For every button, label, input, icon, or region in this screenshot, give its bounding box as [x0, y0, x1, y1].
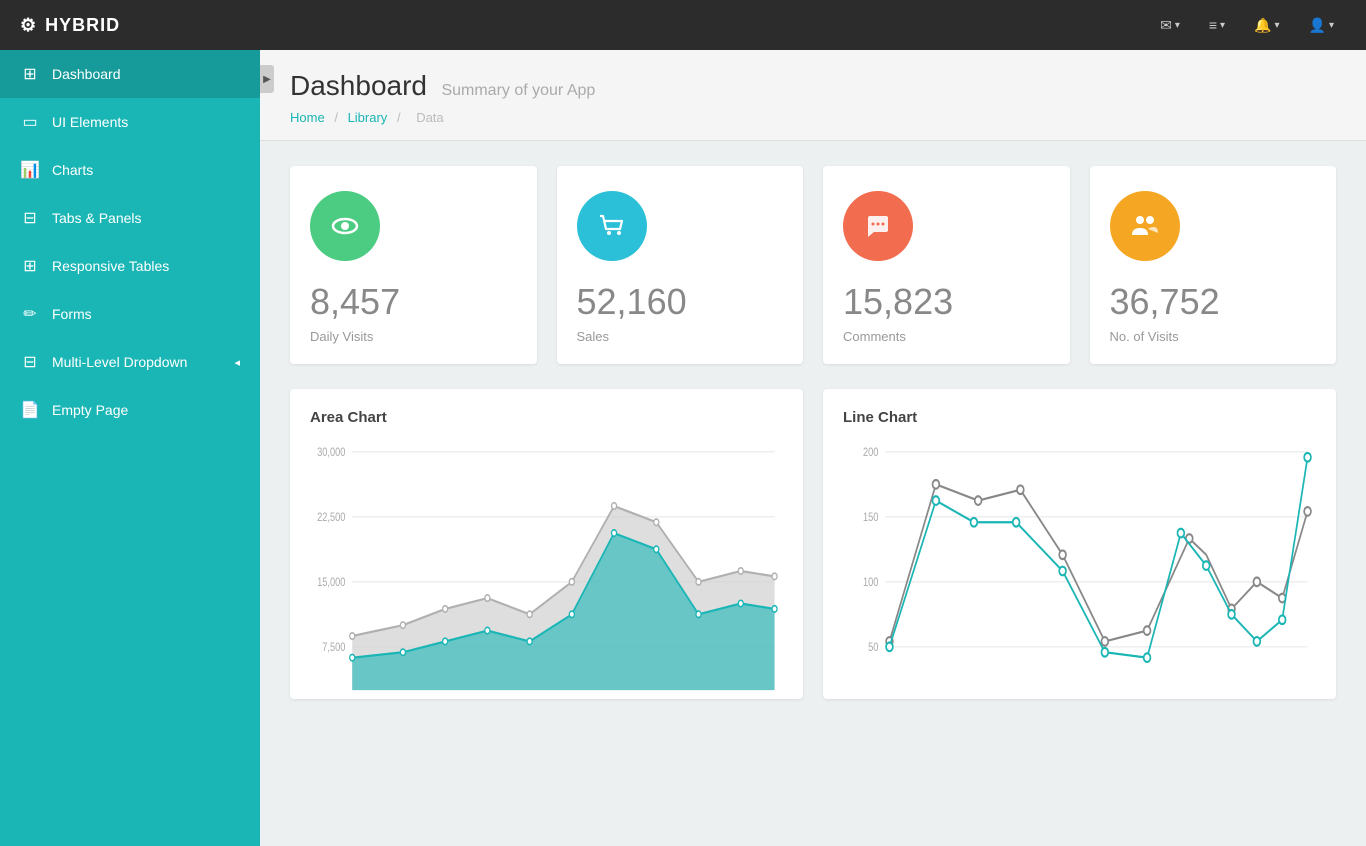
area-chart-container: 30,000 22,500 15,000 7,500 [310, 441, 783, 701]
content-area: 8,457 Daily Visits 52,160 Sales [260, 141, 1366, 846]
svg-text:22,500: 22,500 [317, 511, 345, 524]
stat-label-visits: No. of Visits [1110, 329, 1317, 344]
stat-card-sales: 52,160 Sales [557, 166, 804, 364]
breadcrumb: Home / Library / Data [290, 110, 1336, 125]
gear-icon: ⚙ [20, 15, 37, 36]
sidebar-item-tables[interactable]: ⊞ Responsive Tables [0, 242, 260, 290]
sidebar: ▶ ⊞ Dashboard ▭ UI Elements 📊 Charts ⊟ T… [0, 50, 260, 846]
stat-value-comments: 15,823 [843, 281, 1050, 323]
dashboard-icon: ⊞ [20, 64, 40, 84]
svg-text:200: 200 [863, 446, 879, 459]
sidebar-label-forms: Forms [52, 306, 240, 322]
svg-text:7,500: 7,500 [322, 641, 345, 654]
user-button[interactable]: 👤 ▾ [1297, 11, 1346, 40]
breadcrumb-library[interactable]: Library [348, 110, 388, 125]
sidebar-item-forms[interactable]: ✏ Forms [0, 290, 260, 338]
main-content: Dashboard Summary of your App Home / Lib… [260, 50, 1366, 846]
notification-button[interactable]: 🔔 ▾ [1242, 11, 1291, 40]
cart-icon [596, 210, 628, 242]
ui-elements-icon: ▭ [20, 112, 40, 132]
breadcrumb-data: Data [416, 110, 443, 125]
stat-label-daily-visits: Daily Visits [310, 329, 517, 344]
sidebar-label-dropdown: Multi-Level Dropdown [52, 354, 222, 370]
tables-icon: ⊞ [20, 256, 40, 276]
svg-text:30,000: 30,000 [317, 446, 345, 459]
sidebar-item-tabs[interactable]: ⊟ Tabs & Panels [0, 194, 260, 242]
group-icon [1128, 209, 1162, 243]
sidebar-label-tables: Responsive Tables [52, 258, 240, 274]
svg-text:15,000: 15,000 [317, 576, 345, 589]
sidebar-toggle[interactable]: ▶ [260, 65, 274, 93]
topnav-actions: ✉ ▾ ≡ ▾ 🔔 ▾ 👤 ▾ [1148, 11, 1346, 40]
stat-card-visits: 36,752 No. of Visits [1090, 166, 1337, 364]
line-chart-svg: 200 150 100 50 [843, 441, 1316, 701]
mail-button[interactable]: ✉ ▾ [1148, 11, 1192, 40]
empty-icon: 📄 [20, 400, 40, 420]
tabs-icon: ⊟ [20, 208, 40, 228]
charts-row: Area Chart 30,000 22,500 15,000 [290, 389, 1336, 699]
stat-card-daily-visits: 8,457 Daily Visits [290, 166, 537, 364]
sidebar-item-dashboard[interactable]: ⊞ Dashboard [0, 50, 260, 98]
page-title: Dashboard [290, 70, 427, 101]
page-header: Dashboard Summary of your App Home / Lib… [260, 50, 1366, 141]
sidebar-item-ui-elements[interactable]: ▭ UI Elements [0, 98, 260, 146]
svg-text:50: 50 [868, 641, 878, 654]
charts-icon: 📊 [20, 160, 40, 180]
stat-value-visits: 36,752 [1110, 281, 1317, 323]
eye-icon [329, 210, 361, 242]
stat-label-sales: Sales [577, 329, 784, 344]
stat-value-sales: 52,160 [577, 281, 784, 323]
chat-icon [862, 210, 894, 242]
breadcrumb-home[interactable]: Home [290, 110, 325, 125]
breadcrumb-sep1: / [334, 110, 338, 125]
brand: ⚙ HYBRID [20, 15, 120, 36]
area-chart-title: Area Chart [310, 409, 783, 426]
svg-text:100: 100 [863, 576, 879, 589]
stat-cards: 8,457 Daily Visits 52,160 Sales [290, 166, 1336, 364]
area-chart-card: Area Chart 30,000 22,500 15,000 [290, 389, 803, 699]
area-chart-svg: 30,000 22,500 15,000 7,500 [310, 441, 783, 701]
stat-card-comments: 15,823 Comments [823, 166, 1070, 364]
brand-name: HYBRID [45, 15, 120, 36]
menu-button[interactable]: ≡ ▾ [1197, 11, 1237, 39]
stat-icon-daily-visits [310, 191, 380, 261]
sidebar-item-empty[interactable]: 📄 Empty Page [0, 386, 260, 434]
line-chart-card: Line Chart 200 150 100 50 [823, 389, 1336, 699]
stat-label-comments: Comments [843, 329, 1050, 344]
stat-icon-comments [843, 191, 913, 261]
sidebar-item-dropdown[interactable]: ⊟ Multi-Level Dropdown ◂ [0, 338, 260, 386]
topnav: ⚙ HYBRID ✉ ▾ ≡ ▾ 🔔 ▾ 👤 ▾ [0, 0, 1366, 50]
line-chart-container: 200 150 100 50 [843, 441, 1316, 701]
breadcrumb-sep2: / [397, 110, 401, 125]
page-subtitle: Summary of your App [441, 82, 595, 99]
dropdown-caret-icon: ◂ [234, 356, 240, 369]
svg-text:150: 150 [863, 511, 879, 524]
sidebar-label-empty: Empty Page [52, 402, 240, 418]
dropdown-icon: ⊟ [20, 352, 40, 372]
stat-value-daily-visits: 8,457 [310, 281, 517, 323]
sidebar-label-ui-elements: UI Elements [52, 114, 240, 130]
stat-icon-visits [1110, 191, 1180, 261]
sidebar-item-charts[interactable]: 📊 Charts [0, 146, 260, 194]
sidebar-label-charts: Charts [52, 162, 240, 178]
app-body: ▶ ⊞ Dashboard ▭ UI Elements 📊 Charts ⊟ T… [0, 50, 1366, 846]
line-chart-title: Line Chart [843, 409, 1316, 426]
stat-icon-sales [577, 191, 647, 261]
forms-icon: ✏ [20, 304, 40, 324]
sidebar-label-dashboard: Dashboard [52, 66, 240, 82]
sidebar-label-tabs: Tabs & Panels [52, 210, 240, 226]
